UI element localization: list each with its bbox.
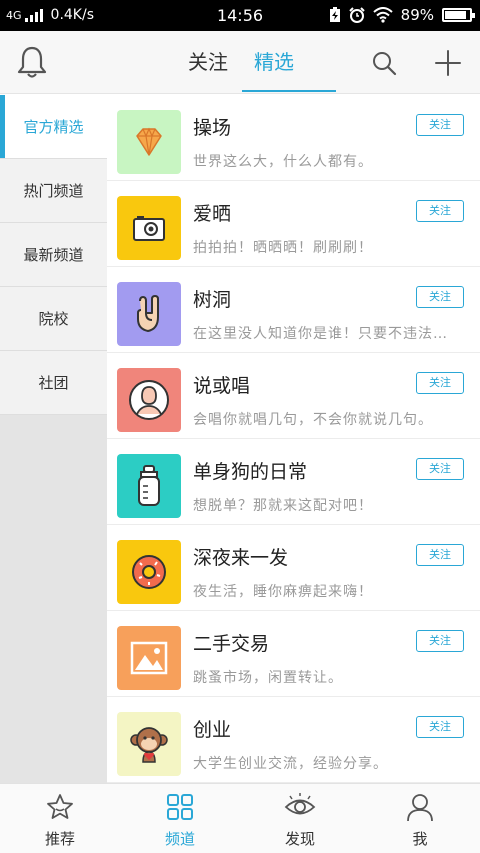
channel-row[interactable]: 说或唱 会唱你就唱几句，不会你就说几句。 关注 <box>107 353 480 439</box>
nav-label: 我 <box>412 830 428 848</box>
channel-thumbnail <box>117 282 181 346</box>
channel-title: 创业 <box>193 719 232 741</box>
sidebar-item-clubs[interactable]: 社团 <box>0 351 107 415</box>
bottle-icon <box>138 465 160 506</box>
sidebar-item-hot-channels[interactable]: 热门频道 <box>0 159 107 223</box>
channel-thumbnail <box>117 196 181 260</box>
sidebar-item-new-channels[interactable]: 最新频道 <box>0 223 107 287</box>
camera-icon <box>133 216 165 241</box>
category-sidebar: 官方精选 热门频道 最新频道 院校 社团 <box>0 95 107 783</box>
channel-row[interactable]: 树洞 在这里没人知道你是谁！只要不违法… 关注 <box>107 267 480 353</box>
alarm-icon <box>348 7 365 23</box>
follow-button[interactable]: 关注 <box>416 372 464 394</box>
wifi-icon <box>372 7 393 23</box>
follow-button[interactable]: 关注 <box>416 286 464 308</box>
follow-button[interactable]: 关注 <box>416 200 464 222</box>
channel-thumbnail <box>117 712 181 776</box>
bottom-navigation: 推荐 频道 发现 我 <box>0 783 480 853</box>
charging-icon <box>329 7 340 22</box>
rock-hand-icon <box>137 295 159 332</box>
channel-description: 在这里没人知道你是谁！只要不违法… <box>193 326 448 342</box>
search-icon[interactable] <box>370 49 398 77</box>
follow-button[interactable]: 关注 <box>416 114 464 136</box>
follow-button[interactable]: 关注 <box>416 716 464 738</box>
grid-icon <box>167 794 193 820</box>
channel-row[interactable]: 创业 大学生创业交流，经验分享。 关注 <box>107 697 480 783</box>
channel-row[interactable]: 二手交易 跳蚤市场，闲置转让。 关注 <box>107 611 480 697</box>
channel-title: 说或唱 <box>193 375 251 397</box>
channel-description: 世界这么大，什么人都有。 <box>193 154 373 170</box>
sidebar-item-official-picks[interactable]: 官方精选 <box>0 95 107 159</box>
follow-button[interactable]: 关注 <box>416 630 464 652</box>
status-bar: 4G 0.4K/s 14:56 89% <box>0 0 480 31</box>
channel-row[interactable]: 爱晒 拍拍拍！晒晒晒！刷刷刷！ 关注 <box>107 181 480 267</box>
channel-title: 单身狗的日常 <box>193 461 308 483</box>
channel-row[interactable]: 单身狗的日常 想脱单？那就来这配对吧！ 关注 <box>107 439 480 525</box>
top-header: 关注 精选 <box>0 31 480 94</box>
channel-thumbnail <box>117 540 181 604</box>
battery-icon <box>442 8 475 22</box>
channel-title: 爱晒 <box>193 203 232 225</box>
channel-description: 大学生创业交流，经验分享。 <box>193 756 388 772</box>
channel-list: 操场 世界这么大，什么人都有。 关注 爱晒 拍拍拍！晒晒晒！刷刷刷！ 关注 树洞… <box>107 95 480 783</box>
donut-icon <box>132 555 166 589</box>
monkey-icon <box>130 727 168 763</box>
channel-description: 夜生活，睡你麻痹起来嗨！ <box>193 584 373 600</box>
star-icon <box>47 794 73 819</box>
user-icon <box>407 794 433 822</box>
channel-row[interactable]: 操场 世界这么大，什么人都有。 关注 <box>107 95 480 181</box>
tab-featured[interactable]: 精选 <box>242 31 336 94</box>
nav-channels[interactable]: 频道 <box>120 784 240 853</box>
nav-label: 频道 <box>164 830 195 848</box>
picture-icon <box>130 641 168 675</box>
bell-icon[interactable] <box>16 45 48 79</box>
add-icon[interactable] <box>434 49 462 77</box>
nav-discover[interactable]: 发现 <box>240 784 360 853</box>
channel-description: 会唱你就唱几句，不会你就说几句。 <box>193 412 433 428</box>
nav-label: 发现 <box>284 830 315 848</box>
channel-title: 操场 <box>193 117 232 139</box>
sidebar-item-schools[interactable]: 院校 <box>0 287 107 351</box>
channel-thumbnail <box>117 454 181 518</box>
channel-title: 深夜来一发 <box>193 547 289 569</box>
diamond-icon <box>136 127 162 156</box>
channel-thumbnail <box>117 110 181 174</box>
channel-title: 二手交易 <box>193 633 270 655</box>
follow-button[interactable]: 关注 <box>416 544 464 566</box>
header-tabs: 关注 精选 <box>176 31 336 94</box>
nav-label: 推荐 <box>44 830 75 848</box>
eye-icon <box>284 793 316 815</box>
channel-description: 拍拍拍！晒晒晒！刷刷刷！ <box>193 240 373 256</box>
follow-button[interactable]: 关注 <box>416 458 464 480</box>
channel-description: 跳蚤市场，闲置转让。 <box>193 670 343 686</box>
nav-recommend[interactable]: 推荐 <box>0 784 120 853</box>
channel-row[interactable]: 深夜来一发 夜生活，睡你麻痹起来嗨！ 关注 <box>107 525 480 611</box>
nav-me[interactable]: 我 <box>360 784 480 853</box>
channel-thumbnail <box>117 626 181 690</box>
battery-percent: 89% <box>400 6 434 24</box>
tab-following[interactable]: 关注 <box>176 31 240 94</box>
channel-title: 树洞 <box>193 289 232 311</box>
channel-description: 想脱单？那就来这配对吧！ <box>193 498 373 514</box>
channel-thumbnail <box>117 368 181 432</box>
person-icon <box>129 380 169 420</box>
